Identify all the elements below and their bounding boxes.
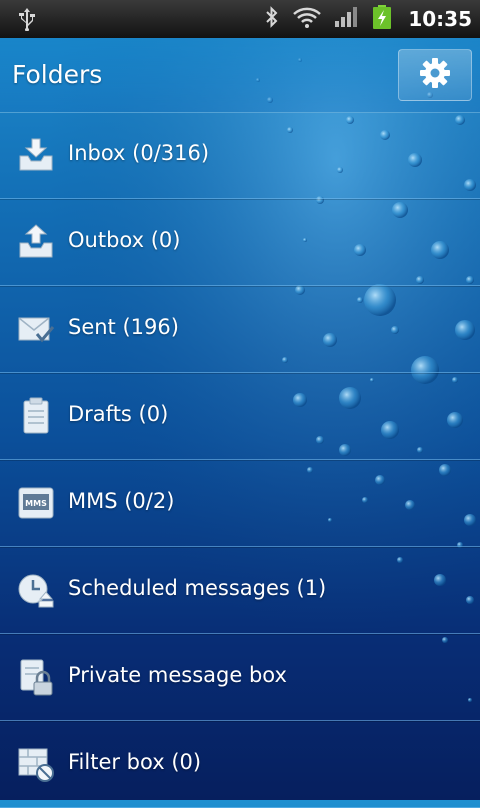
clock: 10:35 <box>408 7 472 31</box>
drafts-icon <box>17 397 55 435</box>
status-bar: 10:35 <box>0 0 480 38</box>
folder-label: MMS (0/2) <box>68 489 175 513</box>
scheduled-icon <box>17 571 55 609</box>
wifi-icon <box>292 5 322 33</box>
usb-icon <box>18 7 36 35</box>
mms-icon-text: MMS <box>25 499 47 508</box>
page-title: Folders <box>12 60 103 89</box>
folder-label: Inbox (0/316) <box>68 141 210 165</box>
gear-icon <box>418 56 452 94</box>
folder-item-scheduled[interactable]: Scheduled messages (1) <box>0 547 480 634</box>
bluetooth-icon <box>264 5 280 33</box>
folder-label: Outbox (0) <box>68 228 181 252</box>
folder-list: Inbox (0/316) Outbox (0) Sent (196) Draf… <box>0 112 480 808</box>
battery-charging-icon <box>372 4 392 34</box>
folder-label: Filter box (0) <box>68 750 202 774</box>
folder-item-outbox[interactable]: Outbox (0) <box>0 199 480 286</box>
filter-box-icon <box>17 745 55 783</box>
folder-item-inbox[interactable]: Inbox (0/316) <box>0 112 480 199</box>
folder-label: Scheduled messages (1) <box>68 576 327 600</box>
folder-label: Drafts (0) <box>68 402 169 426</box>
private-box-icon <box>17 658 55 696</box>
folder-item-sent[interactable]: Sent (196) <box>0 286 480 373</box>
inbox-icon <box>17 136 55 174</box>
folder-label: Sent (196) <box>68 315 179 339</box>
folder-item-filter[interactable]: Filter box (0) <box>0 721 480 808</box>
settings-button[interactable] <box>398 49 472 101</box>
folder-item-private[interactable]: Private message box <box>0 634 480 721</box>
folder-label: Private message box <box>68 663 287 687</box>
outbox-icon <box>17 223 55 261</box>
mms-icon: MMS <box>17 484 55 522</box>
folder-item-drafts[interactable]: Drafts (0) <box>0 373 480 460</box>
header-bar: Folders <box>0 38 480 113</box>
sent-icon <box>17 310 55 348</box>
folder-item-mms[interactable]: MMS MMS (0/2) <box>0 460 480 547</box>
signal-icon <box>334 5 360 33</box>
